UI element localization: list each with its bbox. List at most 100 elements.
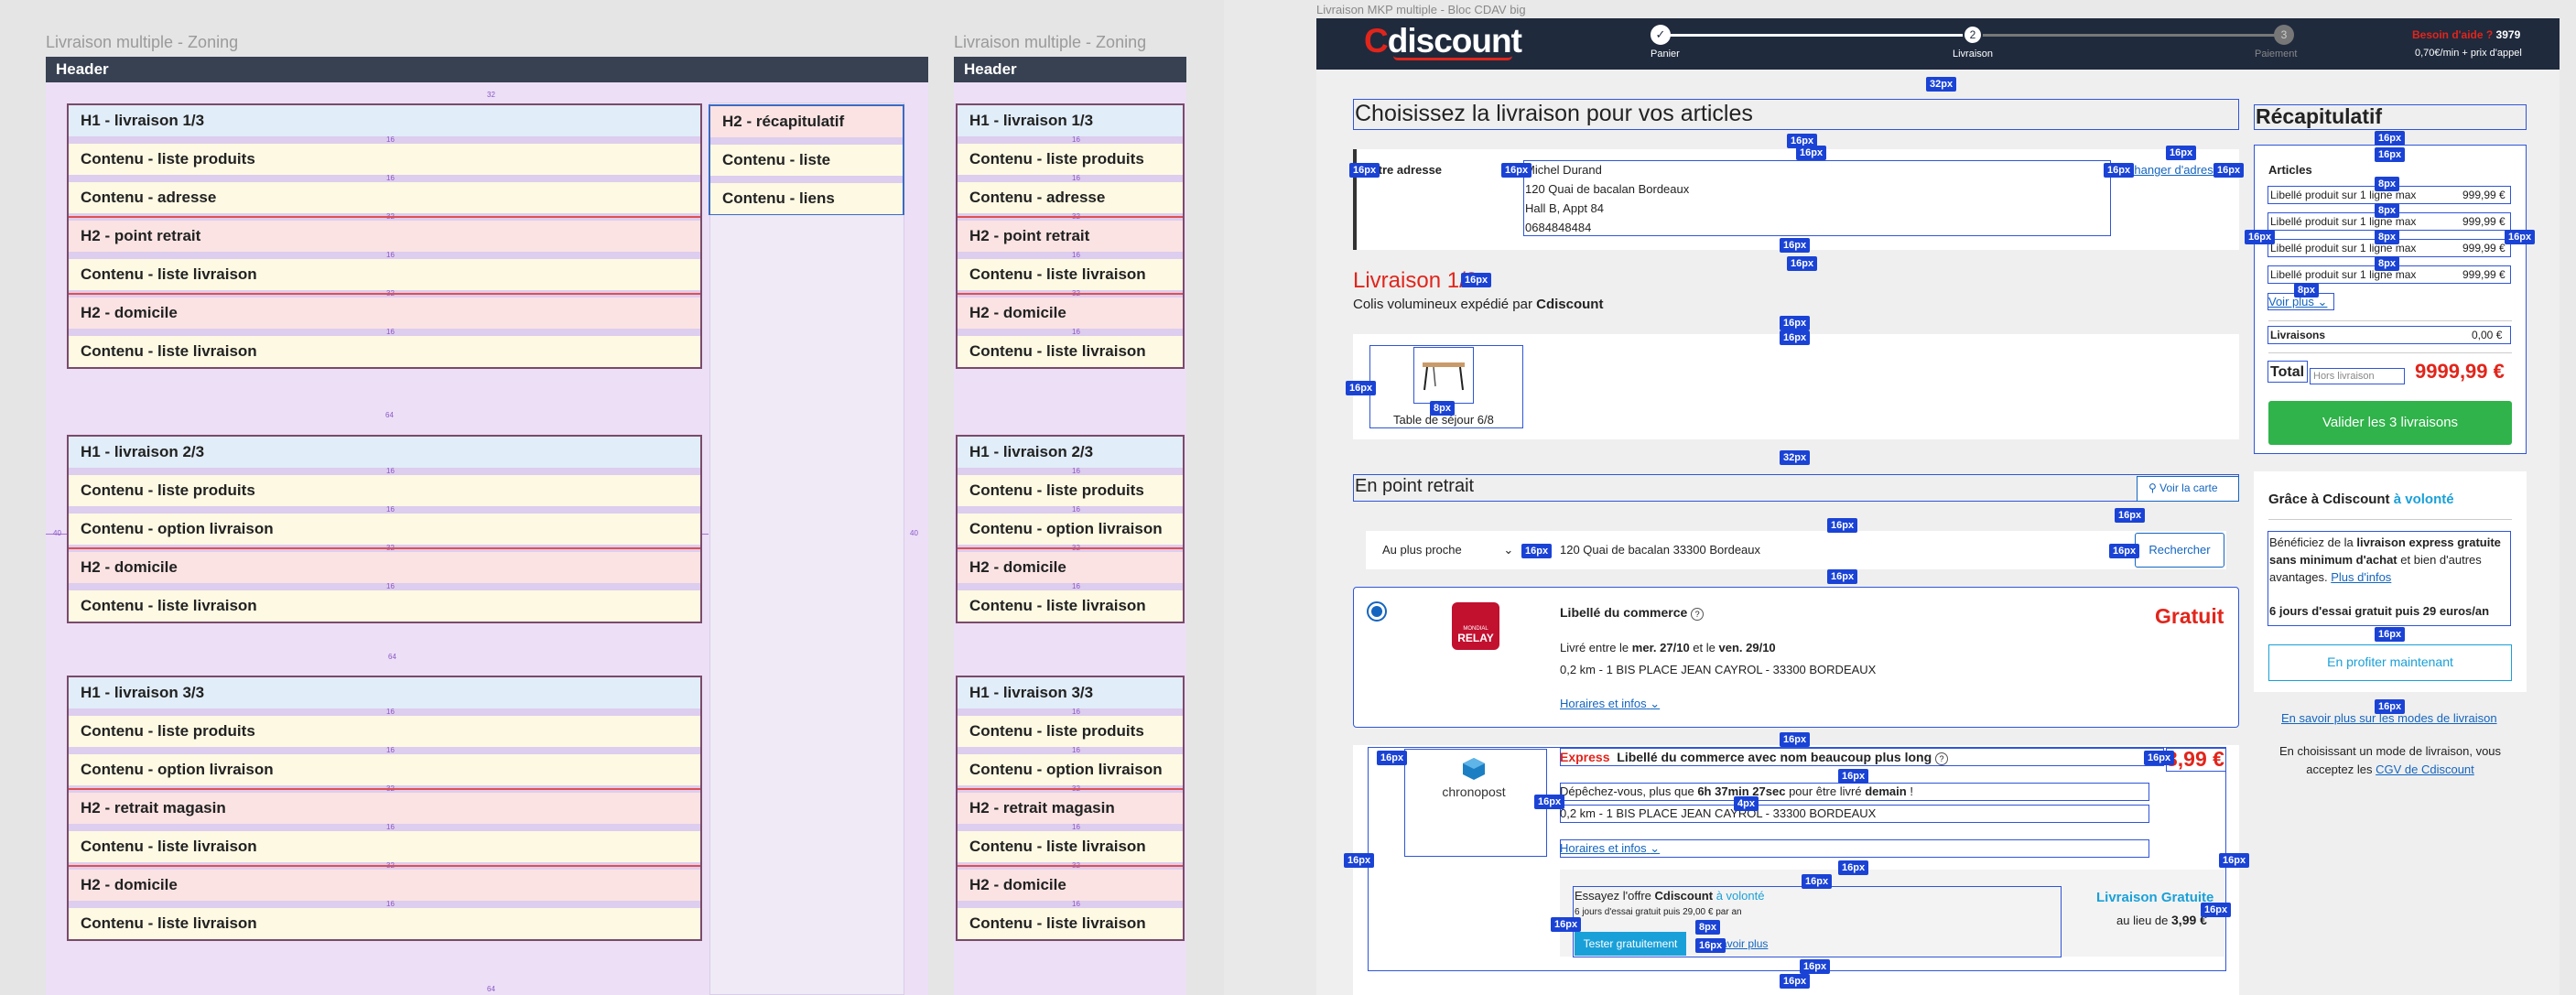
left-row-ct: Contenu - liste produits [69, 716, 700, 747]
left-row-ct: Contenu - liste livraison [69, 336, 700, 367]
step-3[interactable]: 3 [2274, 25, 2294, 45]
spacing-badge: 8px [2294, 283, 2319, 297]
cdav-b1: Bénéficiez de la [2269, 535, 2354, 549]
spacing-badge: 16px [2375, 627, 2406, 642]
left-row-h1: H1 - livraison 1/3 [69, 105, 700, 136]
recap-item-price: 999,99 € [2462, 189, 2506, 201]
spacing-label: 16 [1072, 823, 1080, 831]
help-text[interactable]: Besoin d'aide ? 3979 [2412, 28, 2520, 41]
address-name: Michel Durand [1525, 163, 1602, 177]
left-row-ct: Contenu - liste livraison [69, 908, 700, 939]
left-row-ct: Contenu - liste livraison [69, 590, 700, 622]
spacing-label: 40 [53, 529, 61, 537]
spacing-badge: 8px [2375, 177, 2399, 191]
sort-label: Au plus proche [1382, 543, 1462, 557]
cgv-link[interactable]: CGV de Cdiscount [2376, 762, 2474, 776]
step-3-label: Paiement [2255, 49, 2298, 59]
spacing-label: 16 [386, 328, 395, 336]
info-icon[interactable]: ? [1935, 752, 1949, 765]
mid-row-ct: Contenu - liste produits [958, 144, 1183, 175]
spacing-label: 16 [1072, 328, 1080, 336]
spacing-label: 16 [1072, 135, 1080, 144]
date-1: mer. 27/10 [1631, 641, 1690, 654]
mid-row-ct: Contenu - liste livraison [958, 831, 1183, 862]
spacing-badge: 16px [1534, 795, 1565, 809]
search-address-input[interactable]: 120 Quai de bacalan 33300 Bordeaux [1560, 543, 1760, 557]
tester-button[interactable]: Tester gratuitement [1575, 932, 1686, 956]
spacing-label: 16 [386, 900, 395, 908]
mid-row-ct: Contenu - liste livraison [958, 259, 1183, 290]
help-label: Besoin d'aide ? [2412, 28, 2494, 41]
mid-row-ct: Contenu - liste produits [958, 716, 1183, 747]
section-divider [69, 788, 700, 790]
spacing-label: 64 [487, 985, 495, 993]
side-row-liste: Contenu - liste [710, 145, 903, 176]
left-row-h2: H2 - domicile [69, 297, 700, 329]
step-1[interactable]: ✓ [1651, 25, 1671, 45]
spacing-badge: 16px [1695, 938, 1726, 953]
offer-pre: Essayez l'offre [1575, 889, 1651, 903]
dates-pre: Livré entre le [1560, 641, 1629, 654]
mid-row-ct: Contenu - option livraison [958, 514, 1183, 545]
offer-post: à volonté [1716, 889, 1765, 903]
voir-carte-label: Voir la carte [2159, 481, 2218, 494]
spacing-badge: 4px [1734, 796, 1759, 811]
rechercher-button[interactable]: Rechercher [2135, 533, 2224, 568]
chrono-horaires-link[interactable]: Horaires et infos ⌄ [1560, 841, 1660, 856]
livraisons-price: 0,00 € [2472, 329, 2503, 341]
spacing-badge: 16px [1780, 316, 1811, 330]
recap-item-price: 999,99 € [2462, 242, 2506, 254]
step-2[interactable]: 2 [1963, 25, 1983, 45]
spacing-badge: 16px [2375, 147, 2406, 162]
cdav-title: Grâce à Cdiscount à volonté [2268, 492, 2454, 507]
left-row-ct: Contenu - liste livraison [69, 259, 700, 290]
spacing-label: 16 [386, 505, 395, 514]
voir-carte-button[interactable]: ⚲ Voir la carte [2137, 476, 2239, 502]
spacing-badge: 16px [1346, 381, 1377, 395]
colis-label: Colis volumineux expédié par [1353, 297, 1532, 312]
mid-group-3: H1 - livraison 3/3 16 Contenu - liste prod… [956, 676, 1185, 941]
point-retrait-title: En point retrait [1355, 476, 1475, 496]
change-address-link[interactable]: Changer d'adresse [2126, 163, 2225, 177]
spacing-badge: 16px [1377, 751, 1408, 765]
spacing-badge: 16px [1827, 518, 1858, 533]
livraison-gratuite: Livraison Gratuite [2096, 890, 2214, 905]
relay-address: 0,2 km - 1 BIS PLACE JEAN CAYROL - 33300… [1560, 663, 1877, 676]
colis-text: Colis volumineux expédié par Cdiscount [1353, 297, 1603, 312]
spacing-label: 16 [386, 135, 395, 144]
spacing-badge: 16px [1800, 959, 1831, 974]
info-icon[interactable]: ? [1691, 608, 1705, 621]
spacing-badge: 16px [2245, 230, 2276, 244]
section-divider [958, 788, 1183, 790]
sort-select[interactable]: Au plus proche ⌄ [1382, 543, 1513, 557]
cdav-offer-title: Essayez l'offre Cdiscount à volonté [1575, 889, 1764, 903]
relay-horaires-link[interactable]: Horaires et infos ⌄ [1560, 697, 1660, 711]
spacing-badge: 16px [1827, 569, 1858, 584]
profiter-button[interactable]: En profiter maintenant [2268, 644, 2512, 681]
left-row-h2: H2 - retrait magasin [69, 793, 700, 824]
mid-row-h1: H1 - livraison 3/3 [958, 677, 1183, 708]
left-row-ct: Contenu - liste livraison [69, 831, 700, 862]
stepper-line [1662, 34, 1972, 37]
chrono-name: Express Libellé du commerce avec nom bea… [1560, 750, 1949, 765]
spacing-badge: 16px [1838, 769, 1869, 784]
hurry-mid: pour être livré [1789, 784, 1862, 798]
cdiscount-logo[interactable]: Cdiscount [1364, 22, 1522, 60]
spacing-label: 16 [1072, 582, 1080, 590]
spacing-badge: 16px [2144, 751, 2175, 765]
relay-radio[interactable] [1367, 601, 1387, 622]
spacing-label: 40 [910, 529, 918, 537]
valider-button[interactable]: Valider les 3 livraisons [2268, 401, 2512, 445]
step-2-label: Livraison [1953, 49, 1994, 59]
spacing-label: 16 [386, 708, 395, 716]
address-name-box [1523, 160, 2111, 236]
spacing-badge: 16px [2505, 230, 2536, 244]
mid-row-ct: Contenu - liste livraison [958, 336, 1183, 367]
chevron-down-icon: ⌄ [1650, 841, 1661, 855]
relay-name: Libellé du commerce ? [1560, 605, 1705, 621]
section-divider [958, 547, 1183, 549]
total-price: 9999,99 € [2415, 360, 2505, 383]
chronopost-cube-icon [1463, 758, 1485, 780]
plus-infos-link[interactable]: Plus d'infos [2331, 570, 2391, 584]
hurry-day: demain [1865, 784, 1907, 798]
